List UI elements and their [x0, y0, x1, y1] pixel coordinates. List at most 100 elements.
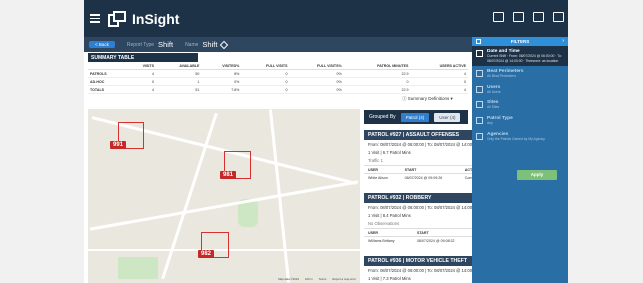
grouped-by-label: Grouped By [369, 114, 396, 120]
filters-title: FILTERS [510, 39, 530, 44]
apply-button[interactable]: Apply [517, 170, 557, 180]
calendar-icon[interactable] [493, 12, 504, 22]
filter-summary: Any [487, 120, 493, 125]
summary-cell: 0% [289, 85, 344, 94]
summary-cell: 0 [126, 77, 157, 86]
filter-beat-perimeters[interactable]: Beat Perimeters All Beat Perimeters [472, 66, 568, 82]
report-type-value: Shift [158, 40, 174, 49]
filter-summary: All Users [487, 89, 501, 94]
summary-row: PATROLS 4 50 8% 0 0% 22.9 4 [88, 69, 468, 78]
visit-cell: 08/07/2024 @ 09:09:26 [404, 176, 443, 180]
visit-header: USER [364, 228, 413, 237]
summary-cell: 7.8% [201, 85, 242, 94]
summary-cell: 0 [343, 77, 411, 86]
group-patrol-button[interactable]: Patrol (4) [400, 112, 430, 122]
agency-icon [476, 132, 483, 140]
summary-row: TOTALS 4 51 7.8% 0 0% 22.9 4 [88, 85, 468, 94]
summary-cell: 0 [241, 77, 290, 86]
summary-cell: 0 [410, 77, 468, 86]
insight-logo-icon [108, 10, 126, 27]
summary-row: AD-HOC 0 1 0% 0 0% 0 0 [88, 77, 468, 86]
chevron-down-icon: ▾ [450, 96, 453, 101]
summary-cell: 4 [410, 85, 468, 94]
filter-summary: Only the Patrols Owned by My Agency [487, 136, 545, 141]
map-report-link[interactable]: Report a map error [332, 277, 356, 281]
save-icon[interactable] [513, 12, 524, 22]
summary-cell: 8% [201, 69, 242, 78]
patrol-pin[interactable]: 991 [110, 141, 127, 149]
summary-header: FULL VISITS% [289, 62, 344, 70]
summary-cell: 4 [410, 69, 468, 78]
patrol-map[interactable]: 991 981 982 Map data ©2024 100 m Terms R… [88, 109, 360, 283]
back-button[interactable]: < Back [89, 41, 115, 48]
summary-cell: 22.9 [343, 69, 411, 78]
summary-definitions-link[interactable]: ⓘ Summary Definitions ▾ [402, 96, 453, 102]
summary-cell: TOTALS [88, 85, 127, 94]
summary-title: SUMMARY TABLE [88, 53, 198, 62]
filter-date-time[interactable]: Date and Time Current Shift · From: 08/0… [472, 46, 568, 67]
name-value: Shift [202, 40, 218, 49]
calendar-icon [476, 50, 483, 57]
summary-header [88, 62, 127, 70]
visit-cell: White Alison [368, 176, 388, 180]
visit-header: START [400, 165, 461, 174]
visit-cell: 08/07/2024 @ 09:08:32 [416, 239, 455, 243]
patrol-pin[interactable]: 981 [220, 171, 237, 179]
summary-cell: 1 [156, 77, 202, 86]
filter-icon [476, 39, 481, 44]
filters-header[interactable]: FILTERS › [472, 37, 568, 46]
sub-header: < Back Report Type Shift Name Shift [84, 37, 472, 52]
map-terms-link[interactable]: Terms [319, 277, 327, 281]
patrol-card-title: PATROL #927 | ASSAULT OFFENSES [368, 132, 460, 138]
patrol-card-title: PATROL #936 | MOTOR VEHICLE THEFT [368, 258, 468, 264]
patrol-pin[interactable]: 982 [198, 250, 215, 258]
filter-summary: All Sites [487, 105, 500, 110]
report-type-label: Report Type [126, 41, 155, 48]
map-data-credit: Map data ©2024 [278, 277, 299, 281]
summary-header: USERS ACTIVE [410, 62, 468, 70]
summary-cell: PATROLS [88, 69, 127, 78]
edit-icon[interactable] [220, 40, 229, 49]
summary-cell: 0% [289, 69, 344, 78]
site-icon [476, 101, 483, 109]
summary-cell: 4 [126, 85, 157, 94]
menu-icon[interactable] [90, 14, 100, 23]
summary-header: PATROL MINUTES [343, 62, 411, 70]
summary-cell: 0 [241, 69, 290, 78]
summary-cell: AD-HOC [88, 77, 127, 86]
filter-users[interactable]: Users All Users [472, 82, 568, 98]
info-icon: ⓘ [402, 96, 407, 101]
filter-agencies[interactable]: Agencies Only the Patrols Owned by My Ag… [472, 129, 568, 145]
map-scale: 100 m [304, 277, 313, 281]
chevron-right-icon: › [562, 38, 564, 44]
print-icon[interactable] [533, 12, 544, 22]
summary-header: VISITED% [201, 62, 242, 70]
summary-cell: 0% [201, 77, 242, 86]
filter-summary: All Beat Perimeters [487, 74, 517, 79]
download-icon[interactable] [553, 12, 564, 22]
visit-header: START [412, 228, 478, 237]
summary-cell: 0% [289, 77, 344, 86]
users-icon [476, 85, 483, 93]
filter-patrol-type[interactable]: Patrol Type Any [472, 113, 568, 129]
filters-panel: FILTERS › Date and Time Current Shift · … [472, 37, 568, 283]
route-icon [476, 70, 483, 78]
map-footer: Map data ©2024 100 m Terms Report a map … [278, 277, 356, 281]
summary-cell: 4 [126, 69, 157, 78]
patrol-type-icon [476, 116, 483, 124]
summary-table: VISITS AVAILABLE VISITED% FULL VISITS FU… [88, 62, 468, 94]
group-user-button[interactable]: User (4) [434, 112, 461, 122]
top-bar: InSight [84, 0, 568, 37]
summary-cell: 22.9 [343, 85, 411, 94]
name-label: Name [185, 41, 199, 48]
visit-cell: Williams Brittany [368, 239, 395, 243]
grouped-by-bar: Grouped By Patrol (4) User (4) [364, 110, 468, 124]
brand-name: InSight [132, 10, 180, 27]
visit-header: USER [364, 165, 401, 174]
filter-sites[interactable]: Sites All Sites [472, 97, 568, 113]
filter-summary: Current Shift · From: 08/07/2024 @ 06:00… [487, 54, 562, 63]
summary-cell: 51 [156, 85, 202, 94]
summary-cell: 0 [241, 85, 290, 94]
summary-definitions-label: Summary Definitions [407, 96, 450, 101]
summary-header: VISITS [126, 62, 157, 70]
